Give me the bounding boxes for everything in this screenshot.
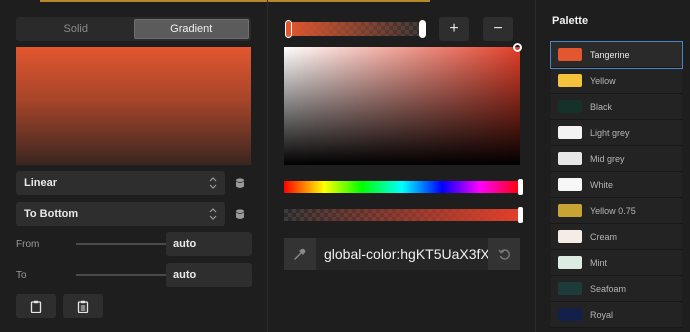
mode-toggle: Solid Gradient [16, 17, 251, 41]
to-row: To auto [16, 263, 252, 287]
color-swatch [558, 204, 582, 217]
clipboard-icon [30, 300, 42, 313]
gradient-direction-value: To Bottom [24, 208, 79, 220]
palette-item-label: Seafoam [590, 283, 627, 294]
gradient-stop-end[interactable] [419, 20, 426, 38]
palette-item-royal[interactable]: Royal [551, 302, 682, 328]
color-swatch [558, 100, 582, 113]
from-input[interactable]: auto [166, 232, 252, 256]
palette-item-label: Royal [590, 309, 614, 320]
clipboard-list-icon [77, 300, 89, 313]
eyedropper-button[interactable] [284, 238, 316, 270]
palette-item-label: Yellow 0.75 [590, 205, 636, 216]
alpha-handle[interactable] [518, 207, 523, 223]
palette-item-seafoam[interactable]: Seafoam [551, 276, 682, 302]
database-icon [236, 208, 244, 219]
saturation-value-picker[interactable] [284, 47, 520, 165]
tab-solid[interactable]: Solid [18, 19, 134, 39]
palette-item-light-grey[interactable]: Light grey [551, 120, 682, 146]
color-swatch [558, 74, 582, 87]
color-swatch [558, 178, 582, 191]
palette-item-label: Cream [590, 231, 618, 242]
palette-item-label: Black [590, 101, 613, 112]
to-slider[interactable] [76, 274, 166, 276]
hue-handle[interactable] [518, 179, 523, 195]
reset-color-button[interactable] [488, 238, 520, 270]
palette-item-white[interactable]: White [551, 172, 682, 198]
to-label: To [16, 269, 27, 281]
gradient-direction-row: To Bottom [16, 202, 251, 226]
copy-button[interactable] [16, 294, 56, 318]
palette-item-yellow[interactable]: Yellow [551, 68, 682, 94]
palette-item-label: Mid grey [590, 153, 625, 164]
tab-gradient[interactable]: Gradient [133, 19, 249, 39]
color-swatch [558, 282, 582, 295]
palette-item-black[interactable]: Black [551, 94, 682, 120]
palette-item-label: Light grey [590, 127, 630, 138]
eyedropper-icon [294, 248, 306, 260]
gradient-settings-panel: Solid Gradient Linear To Bottom From aut… [0, 0, 268, 332]
palette-title: Palette [552, 15, 589, 27]
gradient-type-row: Linear [16, 171, 251, 195]
gradient-stop-start[interactable] [285, 20, 292, 38]
gradient-stops-bar[interactable] [285, 22, 425, 36]
palette-item-tangerine[interactable]: Tangerine [550, 41, 683, 69]
to-input[interactable]: auto [166, 263, 252, 287]
color-swatch [558, 152, 582, 165]
gradient-direction-select[interactable]: To Bottom [16, 202, 225, 226]
color-value-field: global-color:hgKT5UaX3fX [284, 238, 520, 270]
add-stop-button[interactable]: + [439, 17, 469, 41]
chevron-updown-icon [209, 177, 217, 189]
global-direction-button[interactable] [229, 202, 251, 226]
paste-button[interactable] [63, 294, 103, 318]
gradient-type-value: Linear [24, 177, 58, 189]
gradient-type-select[interactable]: Linear [16, 171, 225, 195]
picker-cursor[interactable] [513, 43, 522, 52]
color-swatch [558, 256, 582, 269]
chevron-updown-icon [209, 208, 217, 220]
remove-stop-button[interactable]: − [483, 17, 513, 41]
gradient-preview [16, 47, 251, 165]
hue-slider[interactable] [284, 181, 520, 193]
palette-item-label: Mint [590, 257, 608, 268]
color-swatch [558, 126, 582, 139]
palette-item-cream[interactable]: Cream [551, 224, 682, 250]
palette-item-mint[interactable]: Mint [551, 250, 682, 276]
palette-item-label: Tangerine [590, 49, 630, 60]
color-swatch [558, 308, 582, 321]
color-swatch [558, 230, 582, 243]
palette-item-label: White [590, 179, 614, 190]
palette-item-label: Yellow [590, 75, 616, 86]
database-icon [236, 177, 244, 188]
panel-divider [267, 0, 268, 332]
color-swatch [558, 48, 582, 61]
palette-item-mid-grey[interactable]: Mid grey [551, 146, 682, 172]
color-value-input[interactable]: global-color:hgKT5UaX3fX [316, 238, 488, 270]
panel-divider [535, 0, 536, 332]
from-row: From auto [16, 232, 252, 256]
from-slider[interactable] [76, 243, 166, 245]
palette-list: Tangerine Yellow Black Light grey Mid gr… [550, 41, 683, 328]
global-type-button[interactable] [229, 171, 251, 195]
alpha-slider[interactable] [284, 209, 520, 221]
palette-item-yellow-075[interactable]: Yellow 0.75 [551, 198, 682, 224]
from-label: From [16, 238, 40, 250]
reset-icon [497, 248, 510, 260]
